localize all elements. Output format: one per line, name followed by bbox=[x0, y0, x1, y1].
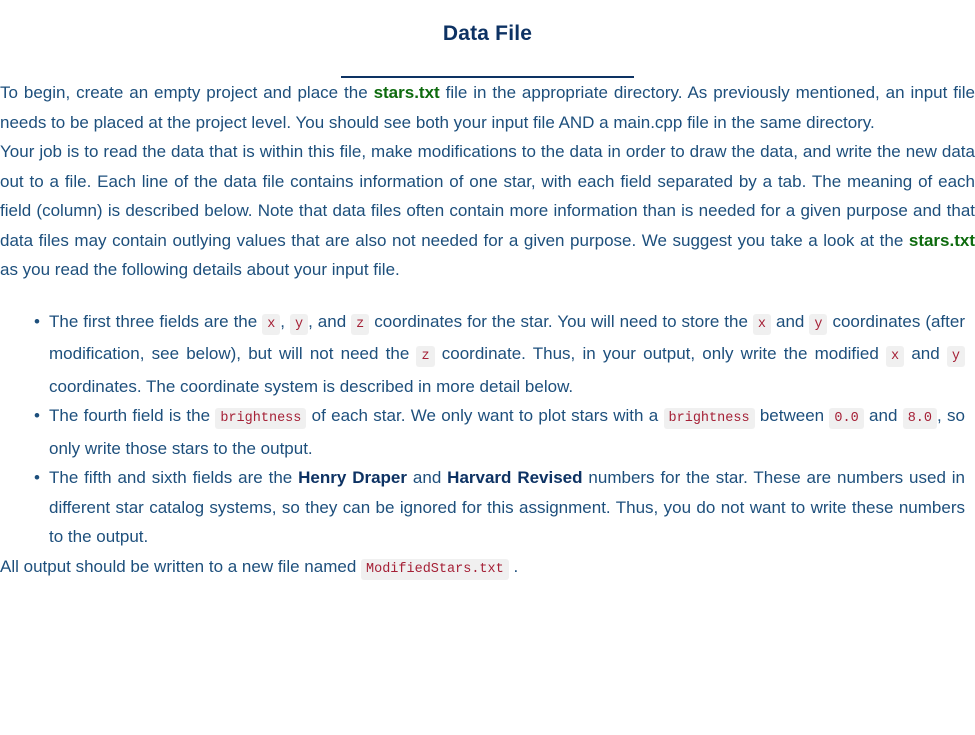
code-z: z bbox=[351, 313, 370, 335]
code-brightness: brightness bbox=[215, 408, 307, 429]
item-text: coordinate. Thus, in your output, only w… bbox=[434, 344, 887, 363]
item-text: , bbox=[280, 311, 290, 331]
item-text: The fourth field is the bbox=[49, 406, 216, 425]
page-title: Data File bbox=[442, 22, 533, 45]
code-y: y bbox=[290, 313, 309, 335]
item-text: coordinates. The coordinate system is de… bbox=[49, 376, 574, 396]
item-text: The first three fields are the bbox=[49, 311, 263, 331]
list-item: • The first three fields are the x, y, an… bbox=[0, 307, 975, 402]
bullet-icon: • bbox=[34, 311, 40, 331]
document-page: Data File To begin, create an empty proj… bbox=[0, 22, 975, 584]
item-text: and bbox=[863, 406, 903, 425]
file-reference-stars-txt: stars.txt bbox=[908, 230, 975, 250]
output-text-part-1: All output should be written to a new fi… bbox=[0, 556, 361, 576]
bullet-icon: • bbox=[34, 406, 40, 425]
term-henry-draper: Henry Draper bbox=[298, 468, 408, 487]
item-text: The fifth and sixth fields are the bbox=[49, 468, 299, 487]
code-min-brightness: 0.0 bbox=[829, 408, 864, 429]
code-max-brightness: 8.0 bbox=[902, 408, 938, 429]
item-text: and bbox=[904, 344, 947, 363]
job-paragraph: Your job is to read the data that is wit… bbox=[0, 137, 975, 285]
code-z: z bbox=[416, 346, 435, 367]
job-text-part-2: as you read the following details about … bbox=[0, 260, 400, 279]
item-text: between bbox=[754, 406, 830, 425]
code-brightness: brightness bbox=[663, 408, 755, 429]
code-x: x bbox=[752, 313, 772, 335]
output-text-part-2: . bbox=[508, 556, 519, 576]
item-text: coordinates for the star. You will need … bbox=[369, 311, 753, 331]
code-y: y bbox=[946, 346, 965, 367]
file-reference-stars-txt: stars.txt bbox=[373, 83, 440, 102]
item-text: and bbox=[771, 311, 810, 331]
job-text-part-1: Your job is to read the data that is wit… bbox=[0, 142, 975, 250]
intro-text-part-1: To begin, create an empty project and pl… bbox=[0, 83, 374, 102]
code-modified-stars-txt: ModifiedStars.txt bbox=[361, 558, 509, 580]
item-text: , and bbox=[308, 311, 352, 331]
field-description-list: • The first three fields are the x, y, an… bbox=[0, 307, 975, 552]
item-text: and bbox=[407, 468, 448, 487]
term-harvard-revised: Harvard Revised bbox=[447, 468, 583, 487]
output-paragraph: All output should be written to a new fi… bbox=[0, 552, 975, 585]
list-item: • The fourth field is the brightness of e… bbox=[0, 401, 975, 463]
code-x: x bbox=[262, 313, 281, 335]
code-x: x bbox=[886, 346, 905, 367]
item-text: of each star. We only want to plot stars… bbox=[306, 406, 664, 425]
bullet-icon: • bbox=[34, 468, 40, 487]
code-y: y bbox=[809, 313, 828, 335]
list-item: • The fifth and sixth fields are the Henr… bbox=[0, 463, 975, 552]
intro-paragraph: To begin, create an empty project and pl… bbox=[0, 78, 975, 137]
